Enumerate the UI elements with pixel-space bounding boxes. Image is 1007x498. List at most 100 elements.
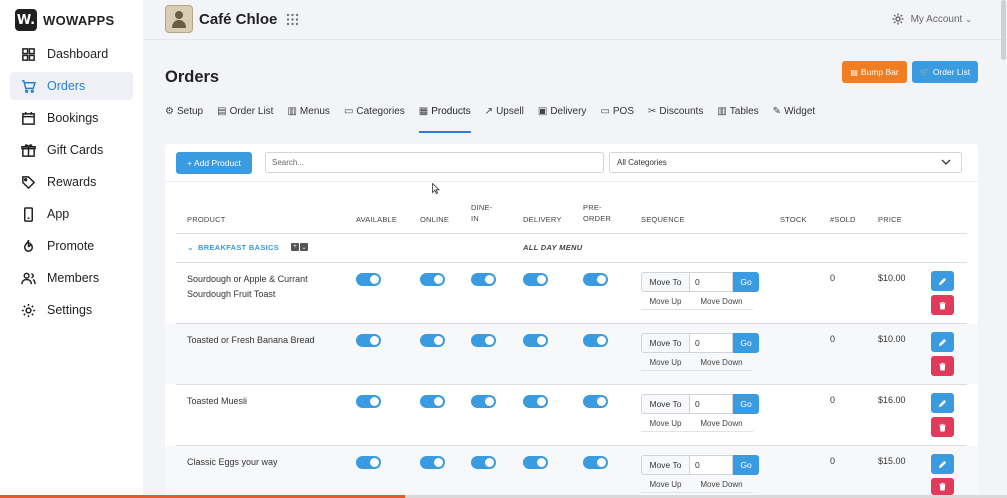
col-product: PRODUCT: [187, 215, 226, 224]
sidebar-item-promote[interactable]: Promote: [10, 232, 133, 260]
online-toggle[interactable]: [420, 273, 445, 286]
sidebar-item-label: Bookings: [47, 111, 99, 125]
sequence-input[interactable]: [690, 394, 733, 414]
chevron-down-icon[interactable]: ⌄: [300, 243, 308, 251]
sidebar-item-app[interactable]: App: [10, 200, 133, 228]
col-dinein: DINE- IN: [471, 202, 492, 224]
move-up-button[interactable]: Move Up: [641, 293, 690, 310]
preorder-toggle[interactable]: [583, 334, 608, 347]
go-button[interactable]: Go: [733, 455, 759, 475]
move-to-button[interactable]: Move To: [641, 272, 690, 292]
sold-count: 0: [830, 456, 836, 466]
apps-grid-icon[interactable]: [286, 13, 299, 26]
category-name: BREAKFAST BASICS: [198, 243, 280, 252]
brand-logo: W.: [15, 9, 37, 31]
move-down-button[interactable]: Move Down: [690, 476, 753, 493]
bump-bar-icon: ▤: [850, 67, 858, 77]
delivery-toggle[interactable]: [523, 273, 548, 286]
tab-categories[interactable]: ▭ Categories: [344, 106, 405, 133]
sidebar-item-settings[interactable]: Settings: [10, 296, 133, 324]
go-button[interactable]: Go: [733, 394, 759, 414]
move-to-button[interactable]: Move To: [641, 455, 690, 475]
edit-button[interactable]: [931, 332, 954, 352]
delete-button[interactable]: [931, 478, 954, 495]
edit-button[interactable]: [931, 393, 954, 413]
available-toggle[interactable]: [356, 456, 381, 469]
folder-icon: ▭: [343, 106, 354, 117]
tab-label: Upsell: [496, 106, 524, 117]
order-list-button[interactable]: 🛒 Order List: [912, 61, 978, 83]
move-up-button[interactable]: Move Up: [641, 354, 690, 371]
delete-button[interactable]: [931, 417, 954, 437]
edit-button[interactable]: [931, 454, 954, 474]
delete-button[interactable]: [931, 295, 954, 315]
tab-label: Tables: [729, 106, 759, 117]
add-product-button[interactable]: + Add Product: [176, 152, 252, 174]
tab-order-list[interactable]: ▤ Order List: [217, 106, 273, 133]
move-down-button[interactable]: Move Down: [690, 354, 753, 371]
col-price: PRICE: [878, 215, 902, 224]
available-toggle[interactable]: [356, 395, 381, 408]
delivery-toggle[interactable]: [523, 334, 548, 347]
sidebar-item-rewards[interactable]: Rewards: [10, 168, 133, 196]
col-preorder: PRE- ORDER: [583, 202, 611, 224]
delivery-toggle[interactable]: [523, 395, 548, 408]
tab-discounts[interactable]: ✂ Discounts: [648, 106, 703, 133]
delivery-toggle[interactable]: [523, 456, 548, 469]
my-account-menu[interactable]: My Account ⌄: [892, 13, 972, 25]
go-button[interactable]: Go: [733, 333, 759, 353]
tab-products[interactable]: ▦ Products: [418, 106, 471, 133]
dinein-toggle[interactable]: [471, 334, 496, 347]
sidebar-item-members[interactable]: Members: [10, 264, 133, 292]
tab-widget[interactable]: ✎ Widget: [773, 106, 816, 133]
tab-label: Widget: [784, 106, 816, 117]
product-price: $15.00: [878, 456, 906, 466]
dinein-toggle[interactable]: [471, 456, 496, 469]
dinein-toggle[interactable]: [471, 273, 496, 286]
table-row: Toasted Muesli Move To Go Move Up Move D…: [165, 385, 978, 445]
preorder-toggle[interactable]: [583, 456, 608, 469]
sequence-input[interactable]: [690, 333, 733, 353]
sidebar-item-label: Gift Cards: [47, 143, 104, 157]
search-input[interactable]: [265, 152, 604, 173]
move-to-button[interactable]: Move To: [641, 333, 690, 353]
available-toggle[interactable]: [356, 334, 381, 347]
cafe-avatar[interactable]: [165, 5, 193, 33]
sidebar-item-dashboard[interactable]: Dashboard: [10, 40, 133, 68]
truck-icon: ▣: [537, 106, 548, 117]
move-down-button[interactable]: Move Down: [690, 415, 753, 432]
tab-delivery[interactable]: ▣ Delivery: [538, 106, 587, 133]
category-select[interactable]: All Categories: [609, 152, 962, 173]
my-account-label: My Account: [910, 13, 963, 25]
sequence-input[interactable]: [690, 455, 733, 475]
available-toggle[interactable]: [356, 273, 381, 286]
go-button[interactable]: Go: [733, 272, 759, 292]
online-toggle[interactable]: [420, 456, 445, 469]
tab-pos[interactable]: ▭ POS: [600, 106, 634, 133]
sidebar-item-orders[interactable]: Orders: [10, 72, 133, 100]
preorder-toggle[interactable]: [583, 273, 608, 286]
plus-icon[interactable]: +: [291, 243, 299, 251]
tab-menus[interactable]: ▥ Menus: [287, 106, 329, 133]
brand[interactable]: W. WOWAPPS: [15, 9, 114, 31]
category-toggle[interactable]: ⌄ BREAKFAST BASICS: [187, 243, 279, 252]
tab-setup[interactable]: ⚙ Setup: [165, 106, 203, 133]
move-up-button[interactable]: Move Up: [641, 476, 690, 493]
sidebar-item-bookings[interactable]: Bookings: [10, 104, 133, 132]
page-scrollbar[interactable]: [1001, 0, 1006, 60]
move-to-button[interactable]: Move To: [641, 394, 690, 414]
online-toggle[interactable]: [420, 334, 445, 347]
tab-upsell[interactable]: ↗ Upsell: [485, 106, 524, 133]
tab-tables[interactable]: ▥ Tables: [717, 106, 758, 133]
online-toggle[interactable]: [420, 395, 445, 408]
move-down-button[interactable]: Move Down: [690, 293, 753, 310]
preorder-toggle[interactable]: [583, 395, 608, 408]
delete-button[interactable]: [931, 356, 954, 376]
sidebar-item-gift-cards[interactable]: Gift Cards: [10, 136, 133, 164]
sequence-input[interactable]: [690, 272, 733, 292]
dinein-toggle[interactable]: [471, 395, 496, 408]
bump-bar-button[interactable]: ▤ Bump Bar: [842, 61, 907, 83]
edit-button[interactable]: [931, 271, 954, 291]
move-up-button[interactable]: Move Up: [641, 415, 690, 432]
chevron-down-icon: [941, 159, 951, 165]
